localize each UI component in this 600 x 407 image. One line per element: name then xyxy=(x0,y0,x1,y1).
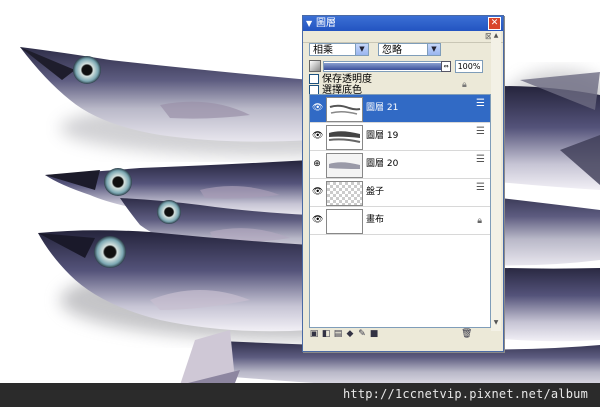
watermark-url: http://1ccnetvip.pixnet.net/album xyxy=(342,387,588,401)
layer-name: 畫布 xyxy=(366,215,385,225)
chevron-down-icon[interactable]: ▼ xyxy=(427,44,440,55)
scroll-up-icon[interactable]: ▲ xyxy=(491,32,501,41)
layer-row-layer-21[interactable]: 👁︎ 圖層 21 ☰ xyxy=(310,95,490,123)
trash-icon[interactable]: 🗑︎ xyxy=(461,329,472,339)
slider-handle-icon[interactable]: ⇔ xyxy=(441,61,451,72)
stack-icon: ☰ xyxy=(476,98,485,109)
layer-name: 盤子 xyxy=(366,187,385,197)
layer-row-layer-19[interactable]: 👁︎ 圖層 19 ☰ xyxy=(310,123,490,151)
eye-icon[interactable]: 👁︎ xyxy=(312,103,323,113)
preserve-transparency-option[interactable]: 保存透明度 xyxy=(309,74,372,85)
panel-title: 圖層 xyxy=(316,18,336,29)
paint-bucket-icon[interactable]: ◆ xyxy=(345,329,355,339)
brush-icon[interactable]: ✎ xyxy=(357,329,367,339)
layer-thumbnail xyxy=(326,181,363,206)
scroll-down-icon[interactable]: ▼ xyxy=(491,319,501,328)
eye-icon[interactable]: 👁︎ xyxy=(312,131,323,141)
panel-tabstrip xyxy=(303,31,503,43)
collapse-arrow-icon[interactable]: ▼ xyxy=(306,16,312,31)
opacity-fill xyxy=(324,63,450,70)
layer-toolbar: ▣ ◧ ▤ ◆ ✎ ■ 🗑︎ xyxy=(309,328,489,342)
layers-panel: ▼ 圖層 ✕ ⊠▸ 相乘 ▼ 忽略 ▼ ⇔ 100% 保存透明度 選擇底色 🔒︎… xyxy=(302,15,504,352)
stack-icon: ☰ xyxy=(476,182,485,193)
stack-icon: ☰ xyxy=(476,154,485,165)
opacity-slider[interactable]: ⇔ xyxy=(323,61,451,72)
layer-row-canvas[interactable]: 👁︎ 畫布 🔒︎ xyxy=(310,207,490,235)
lock-icon[interactable]: 🔒︎ xyxy=(462,80,467,90)
composite-mode-dropdown[interactable]: 忽略 ▼ xyxy=(378,43,441,56)
stack-icon: ☰ xyxy=(476,126,485,137)
layer-row-plate[interactable]: 👁︎ 盤子 ☰ xyxy=(310,179,490,207)
chevron-down-icon[interactable]: ▼ xyxy=(355,44,368,55)
eye-icon[interactable]: 👁︎ xyxy=(312,187,323,197)
new-layer-icon[interactable]: ▣ xyxy=(309,329,319,339)
watermark-bar: http://1ccnetvip.pixnet.net/album xyxy=(0,383,600,407)
layer-name: 圖層 19 xyxy=(366,131,399,141)
layer-name: 圖層 20 xyxy=(366,159,399,169)
layer-thumbnail xyxy=(326,209,363,234)
eye-icon[interactable]: 👁︎ xyxy=(312,215,323,225)
opacity-value[interactable]: 100% xyxy=(455,60,483,73)
link-icon[interactable]: ⊕ xyxy=(312,159,322,169)
layer-row-layer-20[interactable]: ⊕ 圖層 20 ☰ xyxy=(310,151,490,179)
blend-mode-value: 相乘 xyxy=(313,45,333,56)
layer-name: 圖層 21 xyxy=(366,103,399,113)
preserve-transparency-label: 保存透明度 xyxy=(322,74,372,85)
scrollbar[interactable] xyxy=(491,31,501,331)
mask-icon[interactable]: ◧ xyxy=(321,329,331,339)
fill-icon[interactable]: ■ xyxy=(369,329,379,339)
composite-mode-value: 忽略 xyxy=(382,45,402,56)
opacity-icon xyxy=(309,60,321,72)
blend-mode-dropdown[interactable]: 相乘 ▼ xyxy=(309,43,369,56)
lock-icon: 🔒︎ xyxy=(477,216,482,226)
layer-thumbnail xyxy=(326,125,363,150)
preserve-transparency-checkbox[interactable] xyxy=(309,74,319,84)
group-icon[interactable]: ▤ xyxy=(333,329,343,339)
layer-thumbnail xyxy=(326,97,363,122)
layer-thumbnail xyxy=(326,153,363,178)
layer-list: 👁︎ 圖層 21 ☰ 👁︎ 圖層 19 ☰ ⊕ 圖層 20 ☰ 👁︎ 盤子 ☰ … xyxy=(309,94,491,328)
fish-painting xyxy=(20,47,600,390)
panel-titlebar[interactable]: ▼ 圖層 ✕ xyxy=(303,16,503,31)
close-icon[interactable]: ✕ xyxy=(488,17,501,30)
